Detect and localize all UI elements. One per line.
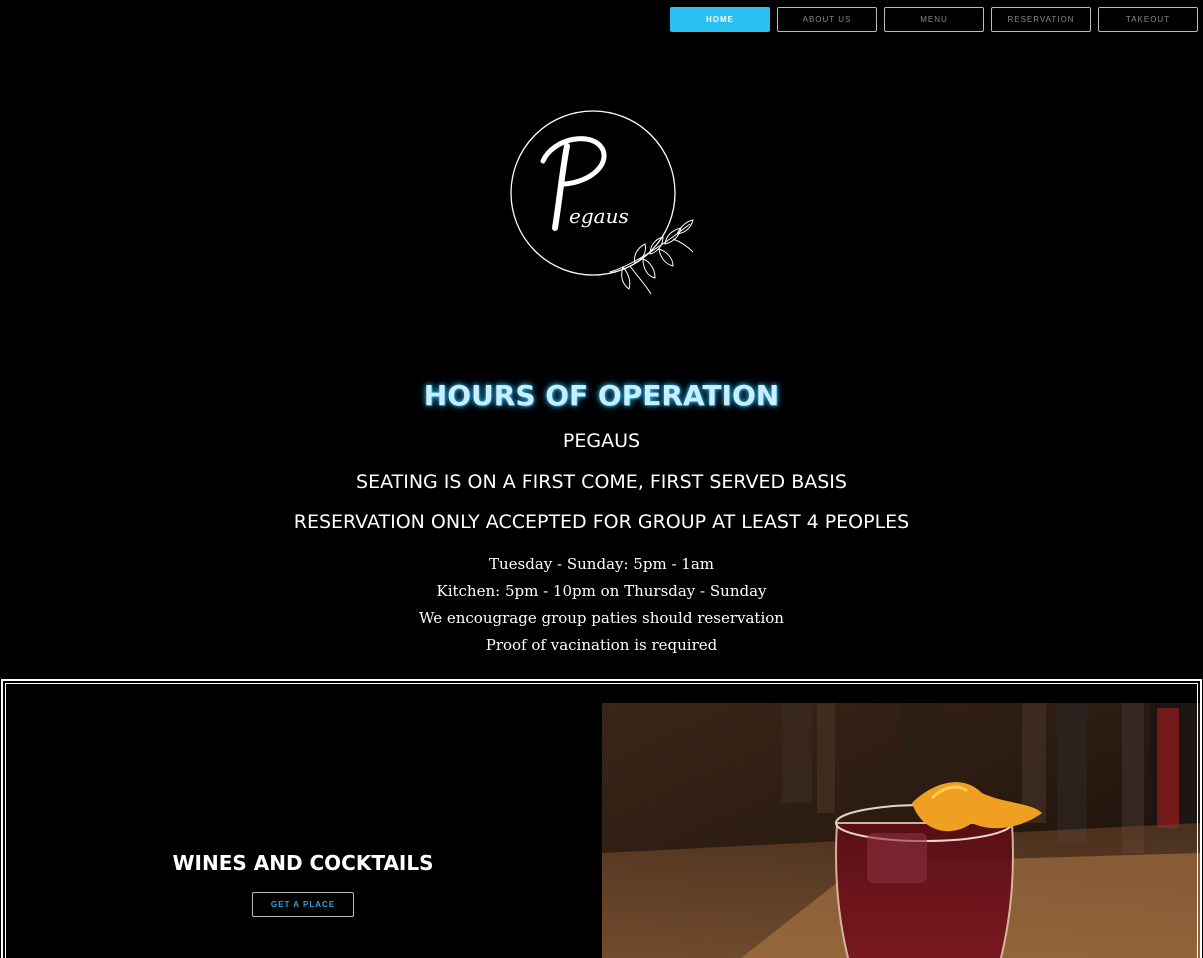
restaurant-name: PEGAUS [562,430,641,452]
main-nav: HOME ABOUT US MENU RESERVATION TAKEOUT [670,7,1198,32]
hours-title: HOURS OF OPERATION [423,379,780,412]
leaf-branch-icon [609,219,694,295]
nav-about-button[interactable]: ABOUT US [777,7,877,32]
page: HOME ABOUT US MENU RESERVATION TAKEOUT e… [0,0,1203,958]
hours-section: HOURS OF OPERATION PEGAUS SEATING IS ON … [0,375,1203,659]
cocktail-glass-photo [602,703,1200,958]
nav-takeout-button[interactable]: TAKEOUT [1098,7,1198,32]
cocktail-photo [602,703,1200,958]
hours-line: Kitchen: 5pm - 10pm on Thursday - Sunday [436,582,767,600]
nav-reservation-button[interactable]: RESERVATION [991,7,1091,32]
feature-title: WINES AND COCKTAILS [172,851,434,875]
pegaus-logo: egaus [505,106,700,301]
hours-details: Tuesday - Sunday: 5pm - 1am Kitchen: 5pm… [0,551,1203,659]
hours-line: We encougrage group paties should reserv… [419,609,784,627]
get-a-place-button[interactable]: GET A PLACE [252,892,354,917]
logo-mark: egaus [510,110,694,295]
nav-menu-button[interactable]: MENU [884,7,984,32]
reservation-notice: RESERVATION ONLY ACCEPTED FOR GROUP AT L… [293,511,910,533]
logo-text: egaus [569,204,629,228]
hours-line: Proof of vacination is required [485,636,718,654]
seating-notice: SEATING IS ON A FIRST COME, FIRST SERVED… [356,471,847,493]
wines-cocktails-section: WINES AND COCKTAILS GET A PLACE [1,679,1202,958]
nav-home-button[interactable]: HOME [670,7,770,32]
hours-line: Tuesday - Sunday: 5pm - 1am [489,555,714,573]
feature-text-panel: WINES AND COCKTAILS GET A PLACE [3,681,601,958]
